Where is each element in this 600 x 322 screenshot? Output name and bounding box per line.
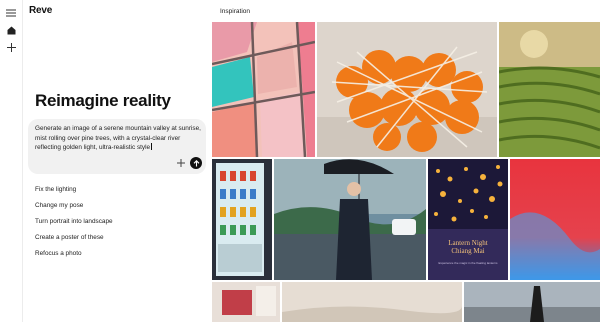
attach-button[interactable]: [176, 158, 186, 168]
home-icon[interactable]: [5, 24, 17, 36]
image-vending-machine[interactable]: [212, 159, 272, 280]
poster-title-line1: Lantern Night: [448, 239, 488, 247]
plus-icon: [177, 159, 185, 167]
poster-subtitle: Experience the magic in the floating lan…: [438, 261, 498, 265]
inspiration-grid: Lantern Night Chiang Mai Experience the …: [212, 22, 600, 322]
plus-icon[interactable]: [5, 41, 17, 53]
image-city-walker[interactable]: [464, 282, 600, 322]
image-rainy-street[interactable]: [274, 159, 426, 280]
inspiration-title: Inspiration: [220, 8, 250, 15]
image-room-interior[interactable]: [212, 282, 280, 322]
poster-title-line2: Chiang Mai: [451, 247, 485, 255]
image-misty-landscape[interactable]: [282, 282, 462, 322]
image-stained-glass[interactable]: [212, 22, 315, 157]
suggestion-create-poster[interactable]: Create a poster of these: [35, 234, 104, 241]
suggestion-refocus-photo[interactable]: Refocus a photo: [35, 250, 82, 257]
menu-icon[interactable]: [5, 7, 17, 19]
image-oranges-net[interactable]: [317, 22, 497, 157]
image-red-abstract[interactable]: [510, 159, 600, 280]
left-rail: [0, 0, 23, 322]
image-rice-terraces[interactable]: [499, 22, 600, 157]
text-caret: [151, 143, 153, 151]
arrow-up-icon: [193, 159, 199, 166]
image-lantern-poster[interactable]: Lantern Night Chiang Mai Experience the …: [428, 159, 508, 280]
poster-title: Lantern Night Chiang Mai: [428, 239, 508, 255]
send-button[interactable]: [190, 157, 202, 169]
suggestion-change-pose[interactable]: Change my pose: [35, 202, 83, 209]
page-heading: Reimagine reality: [35, 91, 171, 110]
suggestion-portrait-landscape[interactable]: Turn portrait into landscape: [35, 218, 113, 225]
prompt-value: Generate an image of a serene mountain v…: [35, 125, 201, 152]
prompt-input[interactable]: Generate an image of a serene mountain v…: [35, 124, 205, 153]
brand-logo[interactable]: Reve: [29, 5, 52, 16]
suggestion-fix-lighting[interactable]: Fix the lighting: [35, 186, 76, 193]
prompt-box[interactable]: Generate an image of a serene mountain v…: [28, 119, 206, 174]
